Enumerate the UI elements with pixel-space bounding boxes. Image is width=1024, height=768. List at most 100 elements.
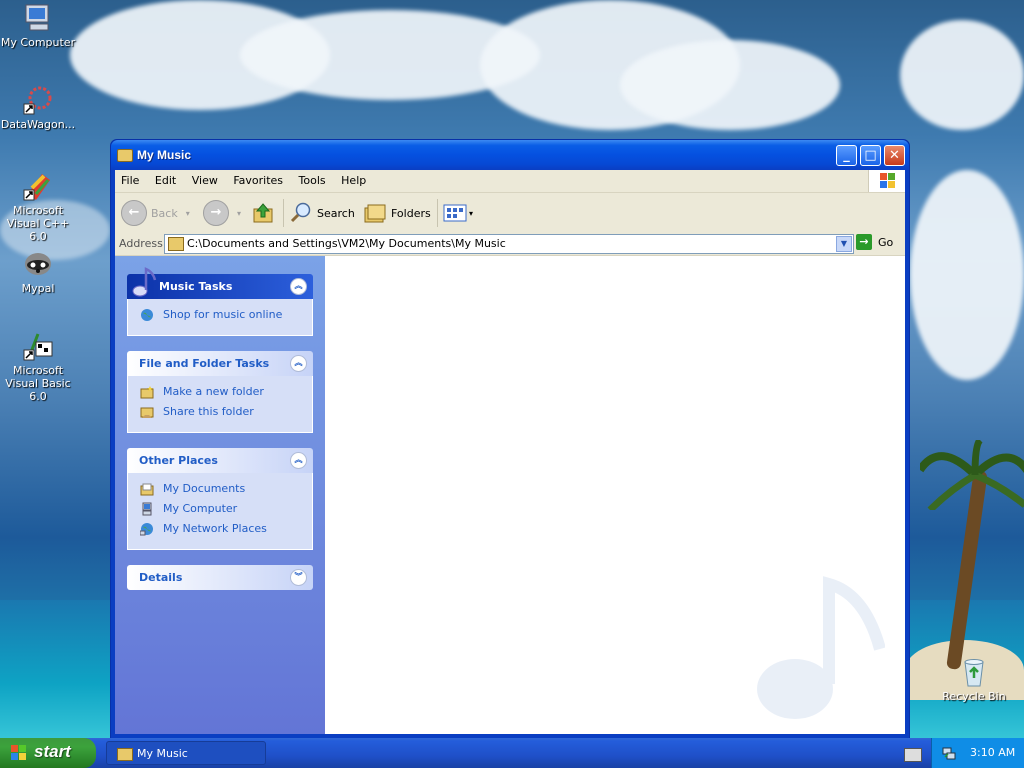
search-label: Search — [317, 206, 355, 220]
maximize-icon: □ — [864, 148, 877, 163]
desktop-icon-mypal[interactable]: Mypal — [0, 248, 78, 295]
address-input[interactable]: C:\Documents and Settings\VM2\My Documen… — [164, 234, 854, 254]
task-make-new-folder[interactable]: Make a new folder — [128, 382, 312, 402]
chevron-down-icon: ▼ — [840, 239, 848, 248]
music-note-icon — [132, 267, 157, 297]
expand-icon[interactable]: ︾ — [290, 569, 307, 586]
forward-dropdown-icon[interactable]: ▾ — [237, 209, 241, 218]
music-note-watermark-icon — [757, 576, 885, 719]
minimize-button[interactable]: _ — [836, 145, 857, 166]
go-label: Go — [878, 235, 894, 249]
menu-bar: File Edit View Favorites Tools Help — [115, 170, 905, 193]
my-documents-icon — [140, 483, 154, 496]
new-folder-icon — [140, 386, 154, 399]
taskbar-button-label: My Music — [137, 747, 188, 760]
menu-help[interactable]: Help — [335, 170, 372, 191]
menu-favorites[interactable]: Favorites — [227, 170, 289, 191]
back-button[interactable]: ← Back ▾ — [121, 199, 190, 227]
mypal-icon — [22, 248, 54, 280]
go-button[interactable]: → Go — [856, 234, 893, 250]
forward-button[interactable]: → ▾ — [203, 199, 241, 227]
address-label: Address — [119, 237, 163, 250]
desktop-icon-label: Microsoft Visual C++ 6.0 — [6, 204, 70, 243]
taskbar-button-my-music[interactable]: My Music — [106, 741, 266, 765]
maximize-button[interactable]: □ — [860, 145, 881, 166]
folder-content-area[interactable] — [325, 256, 905, 734]
task-pane: Music Tasks ︽ Shop for music online File… — [115, 256, 325, 734]
place-label: My Documents — [163, 482, 246, 495]
network-places-icon — [140, 523, 153, 536]
up-button[interactable] — [251, 199, 275, 227]
forward-arrow-icon: → — [203, 200, 229, 226]
up-folder-icon — [253, 203, 273, 223]
taskbar: start My Music 3:10 AM — [0, 738, 1024, 768]
place-my-computer[interactable]: My Computer — [128, 499, 312, 519]
details-header[interactable]: Details ︾ — [127, 565, 313, 590]
menu-tools[interactable]: Tools — [293, 170, 332, 191]
file-folder-tasks-header[interactable]: File and Folder Tasks ︽ — [127, 351, 313, 376]
panel-title: File and Folder Tasks — [139, 357, 270, 370]
menu-view[interactable]: View — [186, 170, 224, 191]
file-folder-tasks-body: Make a new folder Share this folder — [127, 376, 313, 433]
details-panel: Details ︾ — [127, 565, 313, 590]
desktop-icon-label: Recycle Bin — [942, 690, 1006, 703]
back-arrow-icon: ← — [121, 200, 147, 226]
views-icon — [443, 204, 467, 222]
back-dropdown-icon[interactable]: ▾ — [186, 209, 190, 218]
collapse-icon[interactable]: ︽ — [290, 452, 307, 469]
explorer-window: My Music _ □ ✕ File Edit View Favorites … — [110, 139, 910, 741]
task-share-folder[interactable]: Share this folder — [128, 402, 312, 422]
share-folder-icon — [140, 407, 154, 418]
windows-flag-icon — [11, 745, 26, 760]
title-bar[interactable]: My Music _ □ ✕ — [111, 140, 909, 170]
clock[interactable]: 3:10 AM — [970, 746, 1015, 759]
toolbar: ← Back ▾ → ▾ Search Folders ▾ — [115, 193, 905, 234]
task-label: Shop for music online — [163, 308, 283, 321]
menu-file[interactable]: File — [115, 170, 145, 191]
collapse-icon[interactable]: ︽ — [290, 355, 307, 372]
task-label: Make a new folder — [163, 385, 264, 398]
folders-icon — [364, 204, 386, 223]
globe-icon — [141, 309, 153, 321]
menu-edit[interactable]: Edit — [149, 170, 182, 191]
search-icon — [290, 202, 311, 223]
desktop-icon-label: Mypal — [21, 282, 55, 295]
network-tray-icon[interactable] — [942, 746, 956, 760]
folders-button[interactable]: Folders — [363, 199, 431, 227]
panel-title: Details — [139, 571, 183, 584]
panel-title: Music Tasks — [159, 280, 233, 293]
views-dropdown-icon: ▾ — [469, 208, 474, 218]
music-tasks-body: Shop for music online — [127, 299, 313, 336]
computer-icon — [22, 2, 54, 34]
collapse-icon[interactable]: ︽ — [290, 278, 307, 295]
place-my-network-places[interactable]: My Network Places — [128, 519, 312, 539]
toolbar-separator — [283, 199, 284, 227]
toolbar-separator — [437, 199, 438, 227]
desktop-icon-visual-cpp[interactable]: Microsoft Visual C++ 6.0 — [0, 170, 78, 243]
desktop-icon-my-computer[interactable]: My Computer — [0, 2, 78, 49]
desktop-icon-datawagon[interactable]: DataWagon... — [0, 84, 78, 131]
search-button[interactable]: Search — [289, 199, 355, 227]
keyboard-tray-icon[interactable] — [904, 748, 922, 762]
close-button[interactable]: ✕ — [884, 145, 905, 166]
task-shop-music-online[interactable]: Shop for music online — [128, 305, 312, 325]
music-tasks-header[interactable]: Music Tasks ︽ — [127, 267, 313, 299]
music-folder-icon — [168, 237, 184, 251]
desktop-icon-recycle-bin[interactable]: Recycle Bin — [934, 656, 1014, 703]
desktop-icon-visual-basic[interactable]: Microsoft Visual Basic 6.0 — [0, 330, 78, 403]
views-button[interactable]: ▾ — [443, 199, 473, 227]
visual-basic-icon — [22, 330, 54, 362]
address-bar: Address C:\Documents and Settings\VM2\My… — [115, 233, 905, 256]
music-folder-icon — [117, 748, 133, 761]
recycle-bin-icon — [958, 656, 990, 688]
address-dropdown-button[interactable]: ▼ — [836, 236, 852, 252]
place-my-documents[interactable]: My Documents — [128, 479, 312, 499]
start-button[interactable]: start — [0, 738, 96, 768]
datawagon-icon — [22, 84, 54, 116]
music-folder-icon — [117, 149, 133, 162]
place-label: My Network Places — [163, 522, 267, 535]
minimize-icon: _ — [843, 148, 850, 163]
other-places-panel: Other Places ︽ My Documents My Computer … — [127, 448, 313, 550]
window-title: My Music — [137, 148, 192, 162]
other-places-header[interactable]: Other Places ︽ — [127, 448, 313, 473]
